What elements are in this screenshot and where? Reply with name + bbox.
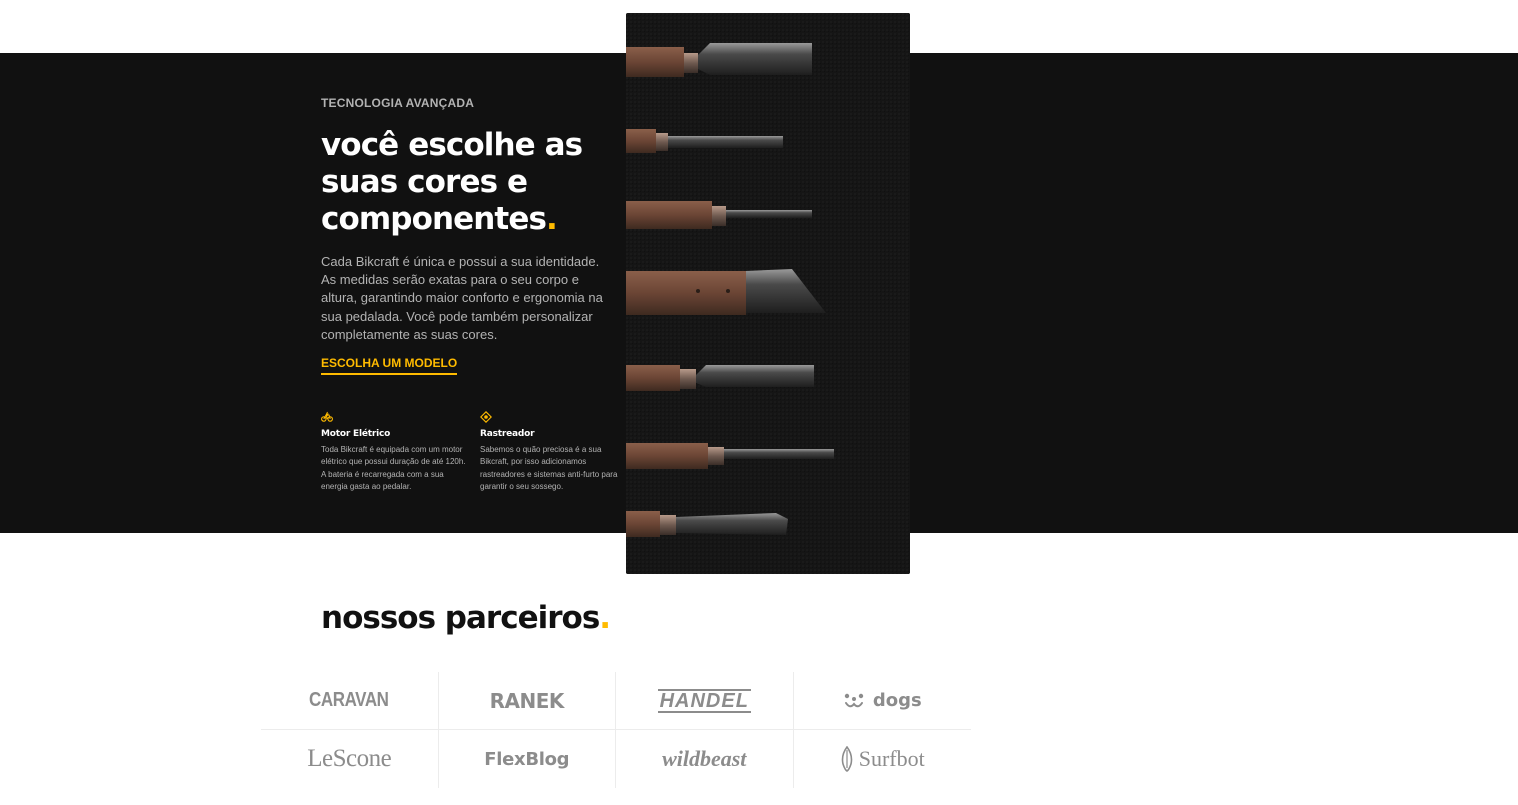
- partner-lescone: LeScone: [261, 730, 439, 788]
- tool-skew-knife: [626, 269, 826, 315]
- partner-surfbot: Surfbot: [794, 730, 972, 788]
- feature-text: Sabemos o quão preciosa é a sua Bikcraft…: [480, 445, 618, 491]
- ranek-logo: RANEK: [489, 688, 565, 713]
- feature-tracker: Rastreador Sabemos o quão preciosa é a s…: [480, 411, 625, 493]
- partners-title: nossos parceiros.: [321, 600, 611, 636]
- carving-tools-photo: [626, 13, 910, 574]
- dog-face-icon: [844, 693, 864, 707]
- partner-ranek: RANEK: [438, 672, 616, 730]
- partners-title-accent-dot: .: [599, 600, 611, 636]
- wildbeast-logo: wildbeast: [662, 746, 747, 771]
- caravan-logo: CARAVAN: [309, 689, 390, 711]
- headline-text: você escolhe as suas cores e componentes: [321, 127, 583, 237]
- choose-model-link[interactable]: ESCOLHA UM MODELO: [321, 356, 458, 376]
- partner-handel: HANDEL: [616, 672, 794, 730]
- section-headline: você escolhe as suas cores e componentes…: [321, 127, 611, 238]
- dogs-logo: dogs: [843, 690, 922, 711]
- tool-gouge-wide: [626, 43, 812, 77]
- surfboard-icon: [841, 746, 853, 772]
- feature-electric-motor: Motor Elétrico Toda Bikcraft é equipada …: [321, 411, 466, 493]
- technology-content: TECNOLOGIA AVANÇADA você escolhe as suas…: [321, 96, 611, 376]
- partner-dogs: dogs: [793, 672, 971, 730]
- location-pin-icon: [480, 411, 492, 423]
- partners-logo-grid: CARAVAN RANEK HANDEL dogs LeScone FlexBl…: [261, 672, 971, 788]
- surfbot-logo: Surfbot: [840, 746, 925, 772]
- partner-caravan: CARAVAN: [261, 672, 439, 730]
- section-description: Cada Bikcraft é única e possui a sua ide…: [321, 254, 603, 342]
- partner-flexblog: FlexBlog: [439, 730, 616, 788]
- feature-text: Toda Bikcraft é equipada com um motor el…: [321, 445, 466, 491]
- feature-title: Rastreador: [480, 429, 535, 439]
- flexblog-logo: FlexBlog: [484, 748, 570, 770]
- electric-bike-icon: [321, 411, 333, 422]
- surfbot-logo-text: Surfbot: [858, 746, 925, 771]
- lescone-logo: LeScone: [307, 745, 392, 772]
- section-eyebrow: TECNOLOGIA AVANÇADA: [321, 96, 475, 110]
- handel-logo: HANDEL: [657, 688, 751, 713]
- partners-title-text: nossos parceiros: [321, 600, 600, 636]
- dogs-logo-text: dogs: [872, 690, 922, 711]
- partner-wildbeast: wildbeast: [616, 730, 794, 788]
- headline-accent-dot: .: [546, 201, 558, 237]
- feature-title: Motor Elétrico: [321, 429, 391, 439]
